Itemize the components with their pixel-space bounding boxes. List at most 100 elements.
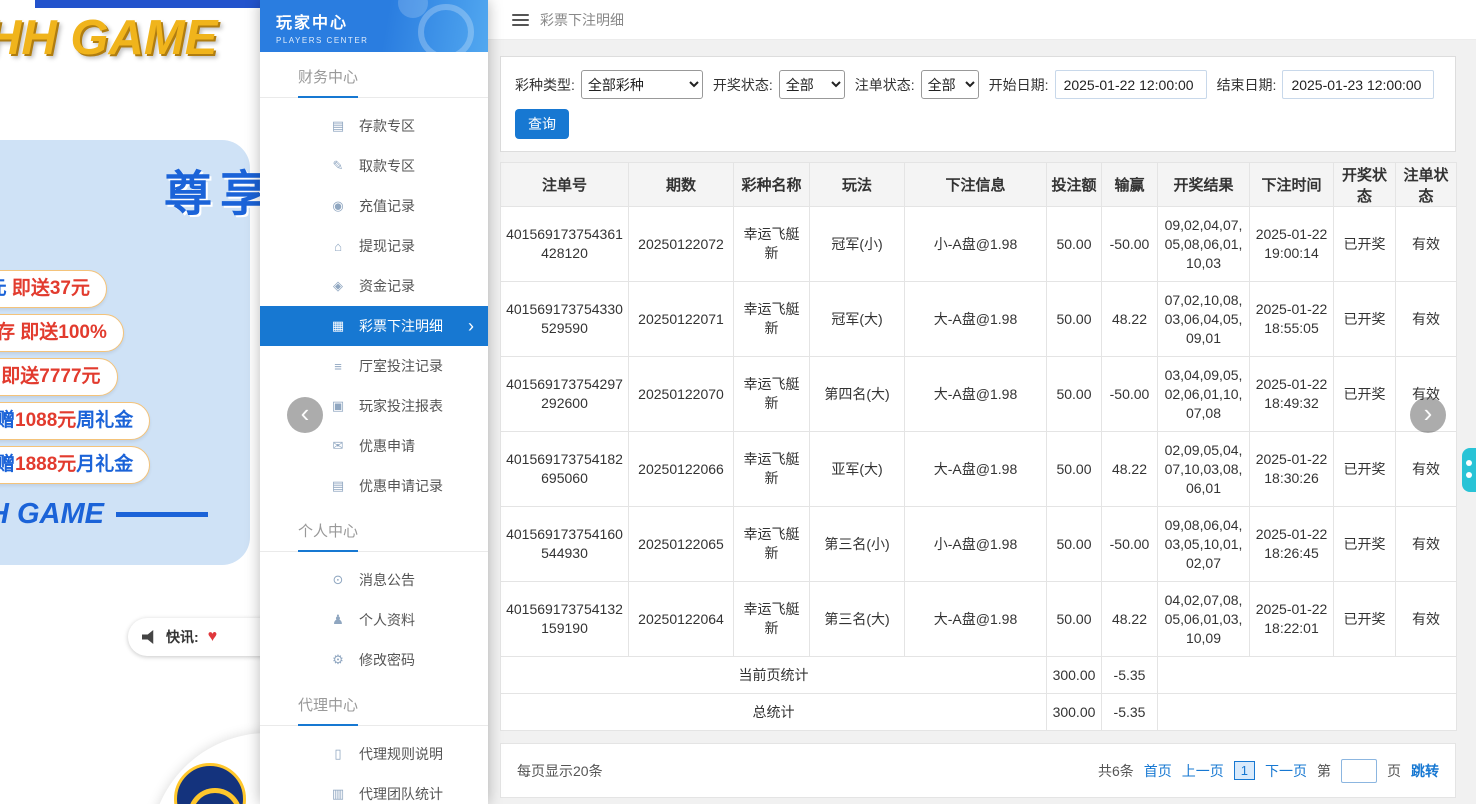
lottery-type-select[interactable]: 全部彩种 (580, 70, 703, 99)
withdraw-zone-icon: ✎ (332, 158, 344, 173)
site-top-banner (35, 0, 262, 8)
promo-pill-text: 首存 (0, 322, 16, 343)
page-size-text: 每页显示20条 (517, 762, 603, 779)
sidebar-item-label: 彩票下注明细 (359, 318, 443, 334)
sidebar-item-user[interactable]: ♟ 个人资料 (260, 600, 488, 640)
user-icon: ♟ (332, 612, 344, 627)
sidebar-item-recharge-record[interactable]: ◉ 充值记录 (260, 186, 488, 226)
cashout-record-icon: ⌂ (334, 238, 342, 254)
query-button[interactable]: 查询 (515, 109, 569, 139)
news-bubble: NE (150, 733, 262, 804)
table-cell: 亚军(大) (809, 431, 905, 507)
jump-button[interactable]: 跳转 (1411, 761, 1439, 781)
sidebar-item-label: 消息公告 (359, 572, 415, 588)
table-cell: 07,02,10,08,03,06,04,05,09,01 (1157, 281, 1250, 357)
carousel-next-arrow[interactable]: › (1410, 397, 1446, 433)
current-page[interactable]: 1 (1233, 761, 1255, 780)
summary-label: 当前页统计 (500, 656, 1047, 694)
table-cell: 09,02,04,07,05,08,06,01,10,03 (1157, 206, 1250, 282)
pagination-controls: 共6条 首页 上一页 1 下一页 第 页 跳转 (1098, 758, 1439, 783)
next-page-link[interactable]: 下一页 (1265, 761, 1307, 781)
column-header: 玩法 (809, 162, 905, 207)
filter-row: 彩种类型:全部彩种开奖状态:全部注单状态:全部开始日期:结束日期: (515, 70, 1441, 99)
sidebar-item-bell[interactable]: ⊙ 消息公告 (260, 560, 488, 600)
promo-apply-icon: ✉ (332, 438, 344, 453)
menu-icon[interactable] (512, 13, 529, 26)
sidebar-header: 玩家中心 PLAYERS CENTER (260, 0, 488, 52)
jump-page-input[interactable] (1341, 758, 1377, 783)
column-header: 下注信息 (904, 162, 1047, 207)
prev-page-link[interactable]: 上一页 (1182, 761, 1224, 781)
news-ticker: 快讯: ♥ (128, 618, 262, 656)
sidebar-item-doc[interactable]: ▯ 代理规则说明 (260, 734, 488, 774)
sidebar-item-label: 代理规则说明 (359, 746, 443, 762)
sidebar-section-title: 财务中心 (260, 60, 488, 98)
promo-apply-record-icon: ▤ (331, 478, 345, 493)
floating-service-tab[interactable] (1462, 448, 1476, 492)
table-cell: 2025-01-22 19:00:14 (1249, 206, 1334, 282)
table-cell: 幸运飞艇新 (733, 431, 810, 507)
table-cell: 已开奖 (1333, 281, 1396, 357)
sidebar-subtitle: PLAYERS CENTER (276, 36, 369, 45)
sidebar-item-withdraw-zone[interactable]: ✎ 取款专区 (260, 146, 488, 186)
sidebar-item-cashout-record[interactable]: ⌂ 提现记录 (260, 226, 488, 266)
column-header: 注单号 (500, 162, 629, 207)
doc-icon: ▯ (334, 746, 342, 761)
draw-status-select[interactable]: 全部 (778, 70, 845, 99)
sidebar-item-deposit-zone[interactable]: ▤ 存款专区 (260, 106, 488, 146)
summary-bet-total: 300.00 (1046, 656, 1102, 694)
table-cell: 已开奖 (1333, 356, 1396, 432)
sidebar-item-lottery-bet-detail[interactable]: ▦ 彩票下注明细 › (260, 306, 488, 346)
ticker-label: 快讯: (166, 629, 199, 645)
filter-label: 结束日期: (1216, 76, 1277, 93)
table-cell: 401569173754297292600 (500, 356, 629, 432)
promo-pill: 0元 即送37元 (0, 270, 107, 308)
table-cell: 50.00 (1046, 281, 1102, 357)
table-cell: 2025-01-22 18:55:05 (1249, 281, 1334, 357)
sidebar-item-label: 修改密码 (359, 652, 415, 668)
sidebar-item-stats[interactable]: ▥ 代理团队统计 (260, 774, 488, 804)
sidebar-item-label: 个人资料 (359, 612, 415, 628)
bet-status-select[interactable]: 全部 (920, 70, 979, 99)
table-cell: 第三名(大) (809, 581, 905, 657)
summary-row: 总统计 300.00 -5.35 (500, 693, 1457, 731)
table-cell: 已开奖 (1333, 206, 1396, 282)
heart-icon: ♥ (207, 628, 218, 645)
promo-pill-text: 1088元 (15, 410, 77, 431)
summary-empty-cell (1157, 693, 1457, 731)
table-cell: 幸运飞艇新 (733, 581, 810, 657)
table-cell: 2025-01-22 18:22:01 (1249, 581, 1334, 657)
table-cell: 已开奖 (1333, 506, 1396, 582)
column-header: 下注时间 (1249, 162, 1334, 207)
player-bet-report-icon: ▣ (331, 398, 345, 413)
summary-winloss-total: -5.35 (1101, 693, 1158, 731)
deposit-zone-icon: ▤ (331, 118, 345, 133)
sidebar-menu: 财务中心 ▤ 存款专区 ✎ 取款专区 ◉ 充值记录 ⌂ 提现记录 ◈ 资金记录 ▦ 彩票下注明细 › ≡ 厅室… (260, 60, 488, 804)
sidebar-item-hall-bet-record[interactable]: ≡ 厅室投注记录 (260, 346, 488, 386)
carousel-prev-arrow[interactable]: ‹ (287, 397, 323, 433)
table-row: 401569173754361428120 20250122072 幸运飞艇新 冠军(… (500, 206, 1457, 282)
table-cell: 401569173754132159190 (500, 581, 629, 657)
table-cell: 401569173754182695060 (500, 431, 629, 507)
sidebar-item-promo-apply[interactable]: ✉ 优惠申请 (260, 426, 488, 466)
sidebar-item-promo-apply-record[interactable]: ▤ 优惠申请记录 (260, 466, 488, 506)
table-cell: 50.00 (1046, 206, 1102, 282)
table-cell: 50.00 (1046, 581, 1102, 657)
summary-bet-total: 300.00 (1046, 693, 1102, 731)
table-cell: 2025-01-22 18:30:26 (1249, 431, 1334, 507)
start-date-input[interactable] (1054, 70, 1207, 99)
end-date-input[interactable] (1282, 70, 1435, 99)
table-cell: 401569173754330529590 (500, 281, 629, 357)
recharge-record-icon: ◉ (332, 198, 344, 213)
funds-record-icon: ◈ (333, 278, 343, 293)
table-cell: 大-A盘@1.98 (904, 431, 1047, 507)
promo-pill-text: 加赠 (0, 454, 16, 475)
table-cell: 20250122070 (628, 356, 734, 432)
table-row: 401569173754182695060 20250122066 幸运飞艇新 亚军(… (500, 431, 1457, 507)
sidebar-item-funds-record[interactable]: ◈ 资金记录 (260, 266, 488, 306)
first-page-link[interactable]: 首页 (1144, 761, 1172, 781)
summary-row: 当前页统计 300.00 -5.35 (500, 656, 1457, 694)
table-cell: 有效 (1395, 431, 1457, 507)
table-cell: 20250122066 (628, 431, 734, 507)
sidebar-item-gear[interactable]: ⚙ 修改密码 (260, 640, 488, 680)
